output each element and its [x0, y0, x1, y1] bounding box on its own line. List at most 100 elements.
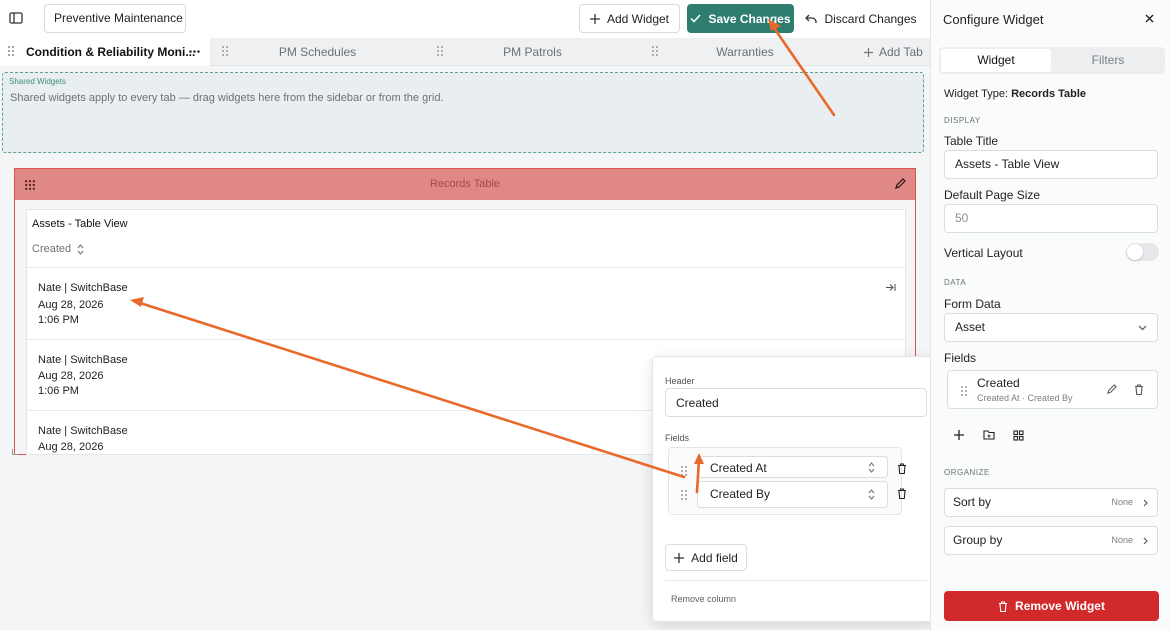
table-title-label: Table Title [944, 134, 999, 148]
add-field-plus-icon[interactable] [954, 430, 964, 440]
tab-pm-patrols[interactable]: PM Patrols [435, 38, 645, 66]
select-chevrons-icon [868, 489, 875, 500]
row-time: 1:06 PM [38, 385, 79, 397]
add-field-button[interactable]: Add field [665, 544, 747, 571]
tab-bar: Condition & Reliability Moni... PM Sched… [0, 38, 930, 66]
sort-toggle-icon[interactable] [77, 243, 84, 255]
tab-pm-schedules[interactable]: PM Schedules [220, 38, 429, 66]
row-name: Nate | SwitchBase [38, 354, 128, 366]
top-toolbar: Preventive Maintenance Add Widget Save C… [0, 0, 930, 38]
chevron-down-icon [1138, 325, 1147, 331]
field-value: Created At [710, 461, 767, 475]
add-widget-button[interactable]: Add Widget [579, 4, 680, 33]
add-folder-icon[interactable] [983, 430, 995, 440]
sort-by-button[interactable]: Sort by None [944, 488, 1158, 517]
plus-icon [589, 13, 600, 24]
add-tab-button[interactable]: Add Tab [864, 38, 930, 66]
tab-label: PM Schedules [278, 45, 357, 59]
shared-widgets-description: Shared widgets apply to every tab — drag… [10, 92, 444, 104]
field-value: Created By [710, 487, 771, 501]
field-select-created-by[interactable]: Created By [697, 481, 888, 508]
row-name: Nate | SwitchBase [38, 425, 128, 437]
tab-label: Warranties [716, 45, 774, 59]
field-item-name: Created [977, 376, 1020, 390]
fields-list: Created At Created By [668, 447, 906, 515]
discard-changes-button[interactable]: Discard Changes [802, 4, 920, 33]
data-section-label: DATA [944, 278, 967, 287]
dashboard-title-input[interactable]: Preventive Maintenance [44, 4, 186, 33]
row-name: Nate | SwitchBase [38, 282, 128, 294]
panel-title: Configure Widget [943, 12, 1044, 27]
toggle-knob [1127, 244, 1143, 260]
close-icon[interactable] [1145, 14, 1154, 23]
add-field-label: Add field [691, 550, 738, 565]
tab-filters[interactable]: Filters [1053, 49, 1163, 72]
more-options-icon[interactable] [189, 50, 200, 53]
sort-by-value: None [1111, 497, 1133, 507]
form-data-label: Form Data [944, 297, 1001, 311]
form-data-select[interactable]: Asset [944, 313, 1158, 342]
field-select-created-at[interactable]: Created At [697, 456, 888, 478]
vertical-layout-toggle[interactable] [1126, 243, 1159, 261]
save-changes-button[interactable]: Save Changes [687, 4, 794, 33]
table-title-input[interactable]: Assets - Table View [944, 150, 1158, 179]
edit-pencil-icon[interactable] [1106, 384, 1117, 395]
vertical-layout-label: Vertical Layout [944, 246, 1023, 260]
select-chevrons-icon [868, 462, 875, 473]
drag-handle-icon[interactable] [681, 466, 687, 476]
grid-layout-icon[interactable] [1013, 430, 1024, 441]
sidebar-toggle-icon[interactable] [8, 10, 24, 26]
edit-pencil-icon[interactable] [894, 178, 906, 190]
drag-handle-icon[interactable] [961, 386, 967, 396]
check-icon [690, 14, 702, 23]
tab-warranties[interactable]: Warranties [650, 38, 850, 66]
field-item-created[interactable]: Created Created At · Created By [947, 370, 1158, 409]
group-by-button[interactable]: Group by None [944, 526, 1158, 555]
trash-icon[interactable] [897, 463, 907, 474]
fields-label: Fields [944, 351, 977, 365]
tab-label: PM Patrols [503, 45, 562, 59]
widget-header[interactable]: Records Table [15, 169, 915, 200]
resize-handle[interactable] [12, 449, 18, 455]
table-row[interactable]: Nate | SwitchBase Aug 28, 2026 1:06 PM [27, 267, 905, 339]
remove-column-link[interactable]: Remove column [671, 594, 736, 604]
tab-widget[interactable]: Widget [941, 49, 1051, 72]
column-header-input[interactable]: Created [665, 388, 927, 417]
open-record-icon[interactable] [885, 283, 896, 292]
plus-icon [674, 552, 685, 563]
field-item-sub: Created At · Created By [977, 393, 1073, 403]
fields-label: Fields [665, 433, 690, 443]
column-header-label: Created [32, 243, 72, 255]
trash-icon [998, 600, 1008, 612]
header-field-label: Header [665, 376, 695, 386]
trash-icon[interactable] [897, 488, 907, 499]
widget-type-label: Widget Type: [944, 88, 1008, 100]
column-editor-popover: Header Created Fields Created At Created… [652, 356, 938, 622]
widget-header-title: Records Table [429, 178, 501, 190]
row-date: Aug 28, 2026 [38, 370, 104, 382]
form-data-value: Asset [955, 320, 986, 334]
drag-handle-icon[interactable] [681, 490, 687, 500]
page-size-input[interactable]: 50 [944, 204, 1158, 233]
shared-widgets-dropzone[interactable]: Shared Widgets Shared widgets apply to e… [2, 72, 924, 153]
panel-tab-switcher: Widget Filters [939, 47, 1165, 74]
shared-widgets-title: Shared Widgets [9, 77, 66, 86]
remove-widget-button[interactable]: Remove Widget [944, 591, 1159, 621]
row-date: Aug 28, 2026 [38, 441, 104, 453]
tab-condition-reliability[interactable]: Condition & Reliability Moni... [0, 38, 210, 66]
divider [665, 580, 927, 581]
row-date: Aug 28, 2026 [38, 299, 104, 311]
plus-icon [864, 47, 873, 57]
discard-changes-label: Discard Changes [824, 11, 917, 26]
row-time: 1:06 PM [38, 314, 79, 326]
drag-handle-icon[interactable] [8, 46, 14, 56]
add-tab-label: Add Tab [879, 45, 923, 59]
chevron-right-icon [1143, 499, 1148, 507]
page-size-label: Default Page Size [944, 188, 1041, 202]
remove-widget-label: Remove Widget [1015, 599, 1105, 613]
widget-type: Widget Type: Records Table [944, 88, 1086, 100]
undo-icon [805, 14, 818, 24]
trash-icon[interactable] [1134, 384, 1144, 395]
group-by-value: None [1111, 535, 1133, 545]
column-header-created[interactable]: Created [32, 243, 84, 255]
